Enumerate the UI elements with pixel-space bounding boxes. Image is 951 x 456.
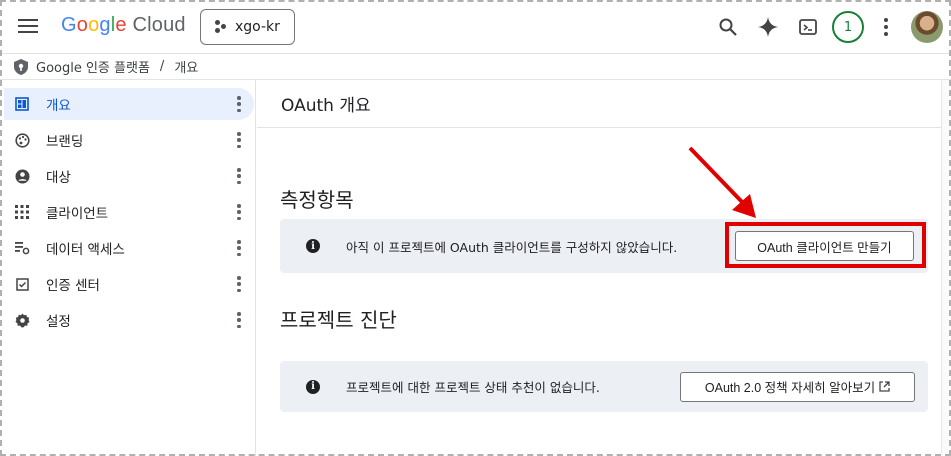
more-vert-icon[interactable]: [236, 312, 242, 328]
metrics-heading: 측정항목: [280, 188, 354, 212]
dashboard-icon: [14, 96, 30, 112]
breadcrumb-current: 개요: [174, 61, 199, 76]
more-vert-icon[interactable]: [236, 204, 242, 220]
sidebar-item-verification-center[interactable]: 인증 센터: [4, 268, 254, 300]
google-cloud-logo[interactable]: Google Cloud: [61, 14, 186, 37]
sidebar-item-overview[interactable]: 개요: [4, 88, 254, 120]
more-vert-icon[interactable]: [236, 240, 242, 256]
apps-grid-icon: [14, 204, 30, 220]
sidebar-item-audience[interactable]: 대상: [4, 160, 254, 192]
breadcrumb-separator: /: [159, 59, 165, 74]
info-icon: i: [306, 239, 320, 253]
account-circle-icon: [14, 168, 30, 184]
annotation-arrow: [688, 146, 756, 218]
logo-suffix: Cloud: [132, 14, 186, 36]
notification-badge[interactable]: 1: [832, 11, 864, 43]
palette-icon: [14, 132, 30, 148]
top-app-bar: Google Cloud xgo-kr 1: [0, 0, 951, 54]
gemini-sparkle-icon[interactable]: [755, 14, 781, 40]
data-access-icon: [14, 240, 30, 256]
project-picker-button[interactable]: xgo-kr: [200, 9, 295, 45]
diagnostics-message: 프로젝트에 대한 프로젝트 상태 추천이 없습니다.: [346, 380, 600, 395]
sidebar-item-clients[interactable]: 클라이언트: [4, 196, 254, 228]
logo-letter: g: [99, 14, 111, 36]
gear-icon: [14, 312, 30, 328]
sidebar-item-label: 설정: [46, 314, 71, 330]
learn-oauth-policy-button[interactable]: OAuth 2.0 정책 자세히 알아보기: [680, 371, 915, 402]
sidebar-item-label: 브랜딩: [46, 134, 84, 150]
user-avatar[interactable]: [911, 11, 943, 43]
sidebar-item-label: 클라이언트: [46, 206, 109, 222]
cloud-shell-icon[interactable]: [795, 14, 821, 40]
sidebar-item-label: 대상: [46, 170, 71, 186]
diagnostics-heading: 프로젝트 진단: [280, 308, 397, 332]
more-vert-icon[interactable]: [236, 276, 242, 292]
breadcrumb: Google 인증 플랫폼 / 개요: [0, 54, 951, 80]
breadcrumb-root[interactable]: Google 인증 플랫폼: [36, 57, 150, 76]
verified-checkbox-icon: [14, 276, 30, 292]
sidebar-item-settings[interactable]: 설정: [4, 304, 254, 336]
learn-oauth-policy-label: OAuth 2.0 정책 자세히 알아보기: [704, 381, 876, 395]
logo-letter: o: [88, 14, 100, 36]
metrics-message: 아직 이 프로젝트에 OAuth 클라이언트를 구성하지 않았습니다.: [346, 239, 678, 255]
more-vert-icon[interactable]: [236, 168, 242, 184]
logo-letter: G: [61, 14, 77, 36]
more-vert-icon[interactable]: [880, 15, 892, 39]
sidebar-item-branding[interactable]: 브랜딩: [4, 124, 254, 156]
search-icon[interactable]: [715, 14, 741, 40]
project-dots-icon: [215, 20, 227, 34]
sidebar-item-label: 인증 센터: [46, 278, 100, 294]
scrollbar[interactable]: [941, 80, 949, 454]
diagnostics-info-box: i 프로젝트에 대한 프로젝트 상태 추천이 없습니다. OAuth 2.0 정…: [280, 361, 928, 412]
sidebar-item-data-access[interactable]: 데이터 액세스: [4, 232, 254, 264]
sidebar-item-label: 개요: [46, 98, 71, 114]
sidebar-item-label: 데이터 액세스: [46, 242, 125, 258]
page-title-bar: OAuth 개요: [257, 80, 947, 128]
project-name: xgo-kr: [235, 19, 280, 35]
logo-letter: o: [76, 14, 89, 36]
open-in-new-icon: [879, 381, 890, 392]
page-title: OAuth 개요: [281, 96, 371, 116]
more-vert-icon[interactable]: [236, 96, 242, 112]
sidebar: 개요 브랜딩 대상 클라이언트 데이터 액세스 인증 센터 설정: [0, 80, 256, 456]
more-vert-icon[interactable]: [236, 132, 242, 148]
shield-icon: [14, 58, 28, 75]
menu-icon[interactable]: [16, 14, 40, 38]
logo-letter: e: [115, 14, 127, 36]
info-icon: i: [306, 379, 320, 394]
